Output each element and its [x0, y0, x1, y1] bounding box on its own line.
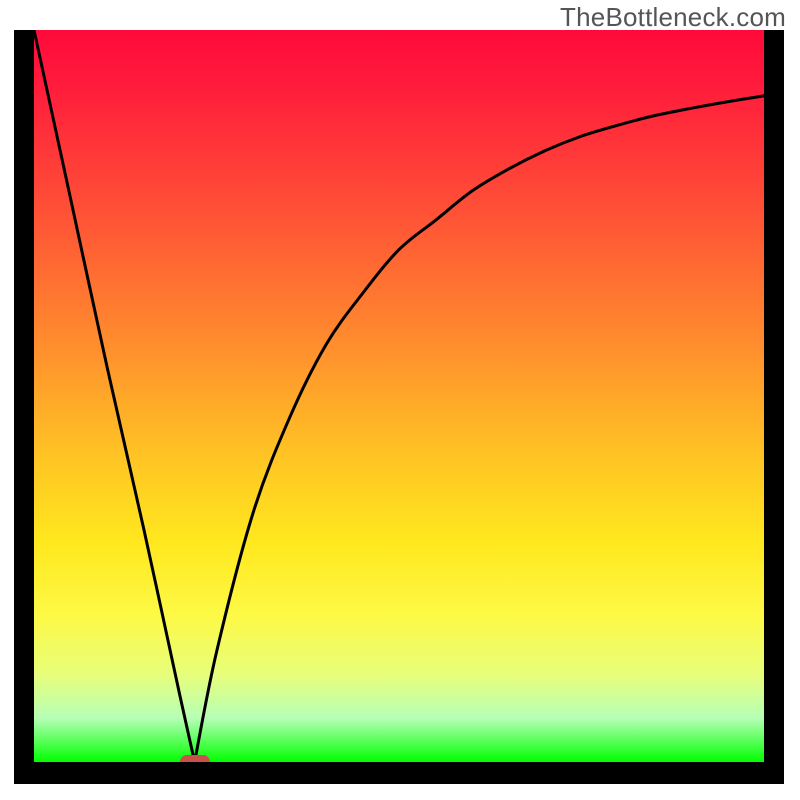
chart-frame: TheBottleneck.com	[0, 0, 800, 800]
plot-border	[14, 30, 784, 784]
optimal-point-marker	[180, 755, 210, 762]
bottleneck-curve	[34, 30, 764, 762]
watermark-text: TheBottleneck.com	[560, 2, 786, 33]
curve-layer	[34, 30, 764, 762]
plot-area	[34, 30, 764, 762]
